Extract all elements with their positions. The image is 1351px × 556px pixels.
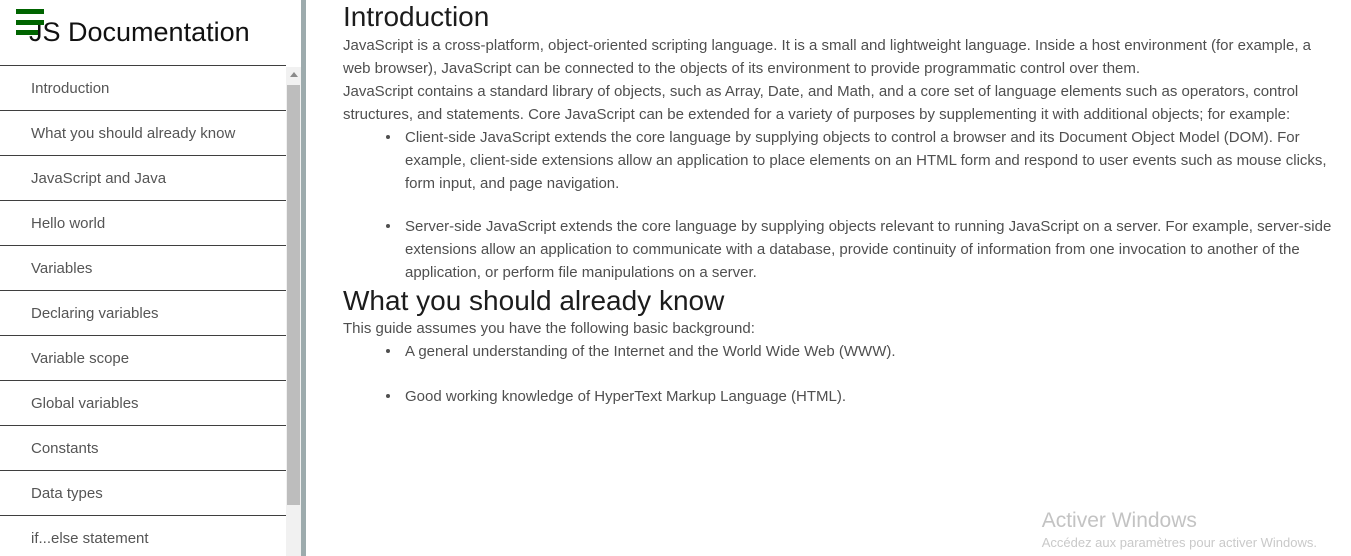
section-bullet-list: Client-side JavaScript extends the core … bbox=[343, 126, 1351, 284]
sidebar-title: JS Documentation bbox=[29, 17, 250, 47]
sidebar-item-constants[interactable]: Constants bbox=[0, 426, 286, 471]
content-section: What you should already know This guide a… bbox=[343, 284, 1351, 409]
hamburger-bar-2 bbox=[16, 19, 44, 25]
sidebar-item-declaring-variables[interactable]: Declaring variables bbox=[0, 291, 286, 336]
sidebar-scrollbar-thumb[interactable] bbox=[287, 85, 300, 505]
sidebar-item-introduction[interactable]: Introduction bbox=[0, 66, 286, 111]
section-bullet-list: A general understanding of the Internet … bbox=[343, 340, 1351, 408]
hamburger-bar-1 bbox=[16, 9, 44, 14]
sidebar-item-list: Introduction What you should already know… bbox=[0, 66, 286, 556]
section-paragraph: This guide assumes you have the followin… bbox=[343, 320, 755, 338]
content-section: Introduction JavaScript is a cross-platfo… bbox=[343, 0, 1351, 284]
section-paragraph: JavaScript is a cross-platform, object-o… bbox=[343, 36, 1311, 77]
sidebar-item-javascript-and-java[interactable]: JavaScript and Java bbox=[0, 156, 286, 201]
section-heading: Introduction bbox=[343, 1, 490, 32]
bullet-item: A general understanding of the Internet … bbox=[379, 340, 1351, 363]
sidebar-scrollbar[interactable] bbox=[286, 67, 301, 556]
sidebar-item-data-types[interactable]: Data types bbox=[0, 471, 286, 516]
sidebar-item-variable-scope[interactable]: Variable scope bbox=[0, 336, 286, 381]
section-heading: What you should already know bbox=[343, 284, 725, 316]
sidebar-navigation: JS Documentation Introduction What you sh… bbox=[0, 0, 286, 556]
bullet-item: Server-side JavaScript extends the core … bbox=[379, 215, 1351, 284]
sidebar-item-what-you-should-already-know[interactable]: What you should already know bbox=[0, 111, 286, 156]
hamburger-bar-3 bbox=[16, 30, 38, 35]
hamburger-menu-icon[interactable] bbox=[16, 9, 44, 35]
sidebar-header: JS Documentation bbox=[0, 0, 286, 66]
bullet-item: Good working knowledge of HyperText Mark… bbox=[379, 385, 1351, 408]
scroll-up-arrow-icon[interactable] bbox=[286, 67, 301, 81]
sidebar-item-hello-world[interactable]: Hello world bbox=[0, 201, 286, 246]
main-content: Introduction JavaScript is a cross-platfo… bbox=[306, 0, 1351, 556]
app-root: JS Documentation Introduction What you sh… bbox=[0, 0, 1351, 556]
sidebar-item-global-variables[interactable]: Global variables bbox=[0, 381, 286, 426]
sidebar-item-variables[interactable]: Variables bbox=[0, 246, 286, 291]
pane-divider bbox=[301, 0, 306, 556]
bullet-item: Client-side JavaScript extends the core … bbox=[379, 126, 1351, 195]
sidebar-item-if-else-statement[interactable]: if...else statement bbox=[0, 516, 286, 556]
section-paragraph: JavaScript contains a standard library o… bbox=[343, 82, 1299, 123]
